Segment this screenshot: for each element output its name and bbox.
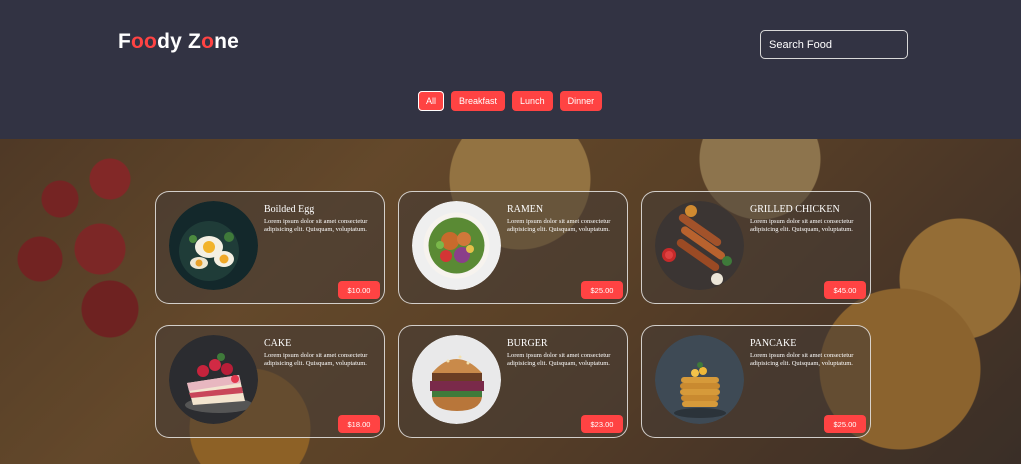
food-description: Lorem ipsum dolor sit amet consectetur a… [750, 352, 854, 368]
logo-accent: o [201, 30, 215, 53]
logo-part: F [118, 30, 132, 53]
logo-part: dy Z [157, 30, 202, 53]
food-card: BURGER Lorem ipsum dolor sit amet consec… [398, 325, 628, 438]
price-button[interactable]: $10.00 [338, 281, 380, 299]
ramen-image [412, 201, 501, 290]
food-card: Boilded Egg Lorem ipsum dolor sit amet c… [155, 191, 385, 304]
food-title: BURGER [507, 338, 548, 349]
food-card: GRILLED CHICKEN Lorem ipsum dolor sit am… [641, 191, 871, 304]
food-description: Lorem ipsum dolor sit amet consectetur a… [507, 218, 611, 234]
logo-accent: oo [131, 30, 158, 53]
price-button[interactable]: $45.00 [824, 281, 866, 299]
filter-all-button[interactable]: All [418, 91, 445, 111]
food-description: Lorem ipsum dolor sit amet consectetur a… [264, 218, 368, 234]
price-button[interactable]: $25.00 [824, 415, 866, 433]
food-title: CAKE [264, 338, 292, 349]
burger-image [412, 335, 501, 424]
food-title: GRILLED CHICKEN [750, 204, 840, 215]
food-description: Lorem ipsum dolor sit amet consectetur a… [507, 352, 611, 368]
boiled-egg-image [169, 201, 258, 290]
food-grid: Boilded Egg Lorem ipsum dolor sit amet c… [155, 191, 871, 438]
filter-lunch-button[interactable]: Lunch [512, 91, 553, 111]
header: Foody Zone All Breakfast Lunch Dinner [0, 0, 1021, 139]
food-title: RAMEN [507, 204, 544, 215]
food-description: Lorem ipsum dolor sit amet consectetur a… [750, 218, 854, 234]
logo-part: ne [214, 30, 240, 53]
food-card: CAKE Lorem ipsum dolor sit amet consecte… [155, 325, 385, 438]
pancake-image [655, 335, 744, 424]
food-description: Lorem ipsum dolor sit amet consectetur a… [264, 352, 368, 368]
food-section: Boilded Egg Lorem ipsum dolor sit amet c… [0, 139, 1021, 464]
food-card: RAMEN Lorem ipsum dolor sit amet consect… [398, 191, 628, 304]
filter-dinner-button[interactable]: Dinner [559, 91, 603, 111]
price-button[interactable]: $18.00 [338, 415, 380, 433]
logo[interactable]: Foody Zone [118, 30, 239, 54]
filter-breakfast-button[interactable]: Breakfast [451, 91, 506, 111]
grilled-chicken-image [655, 201, 744, 290]
cake-image [169, 335, 258, 424]
price-button[interactable]: $25.00 [581, 281, 623, 299]
filter-bar: All Breakfast Lunch Dinner [418, 91, 603, 111]
food-title: Boilded Egg [264, 204, 315, 215]
food-card: PANCAKE Lorem ipsum dolor sit amet conse… [641, 325, 871, 438]
food-title: PANCAKE [750, 338, 797, 349]
search-input[interactable] [760, 30, 908, 59]
price-button[interactable]: $23.00 [581, 415, 623, 433]
